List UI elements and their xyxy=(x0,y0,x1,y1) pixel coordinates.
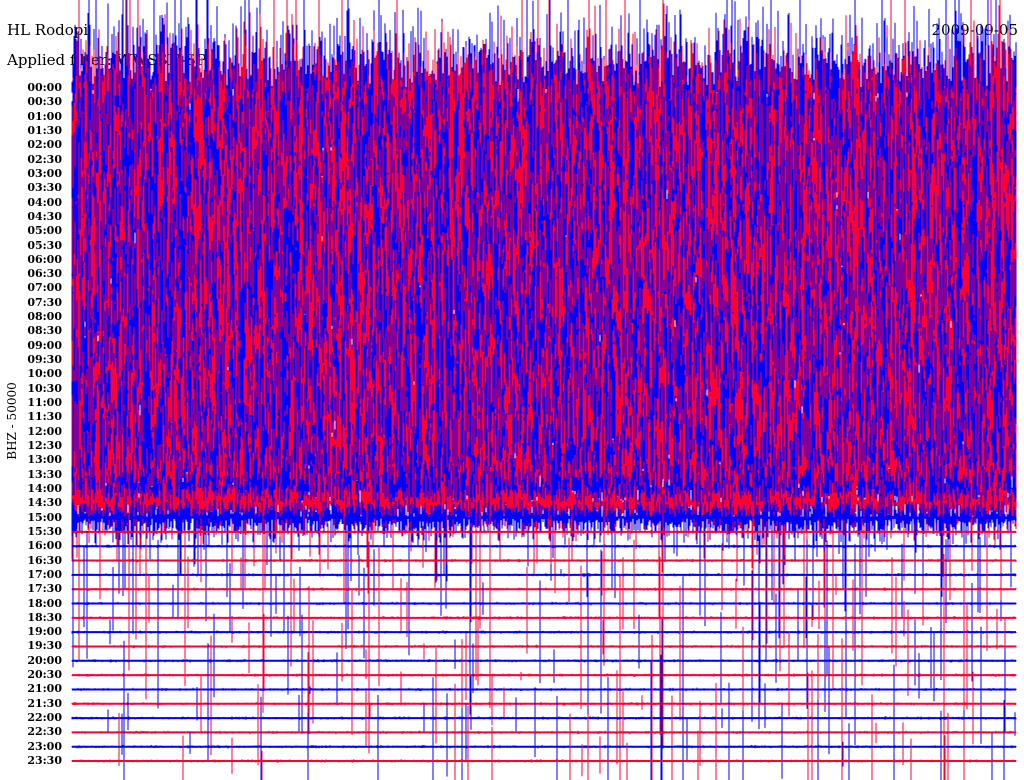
helicorder-plot xyxy=(71,0,1017,780)
trace-row-1900 xyxy=(71,535,1017,745)
